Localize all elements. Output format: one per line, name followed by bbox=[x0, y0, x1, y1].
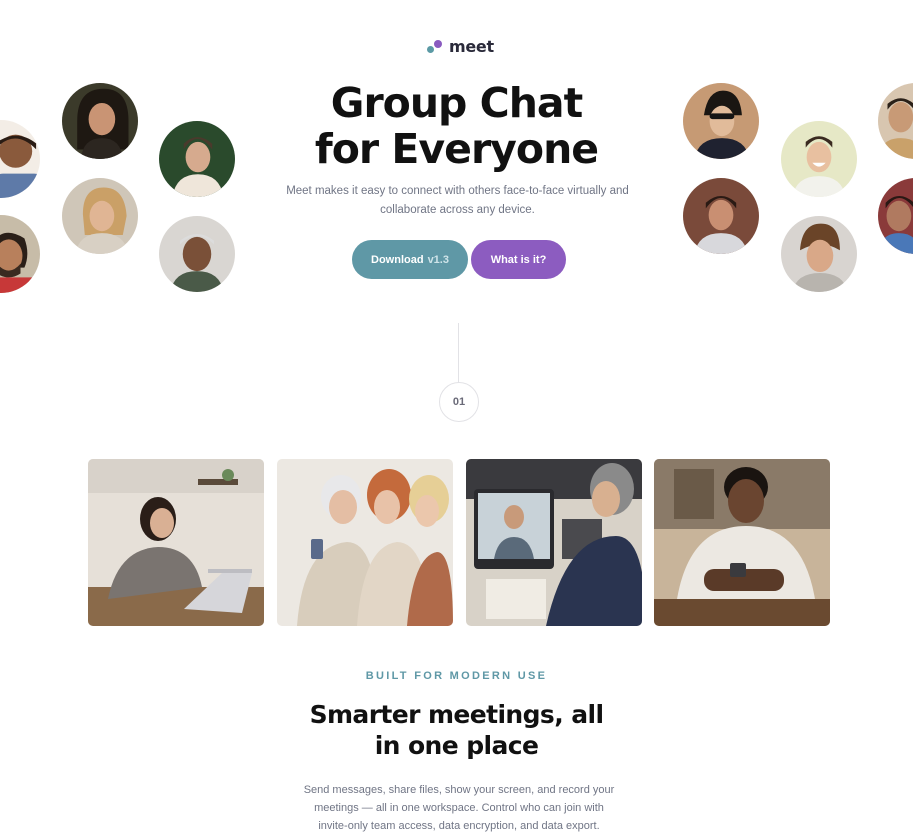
avatar bbox=[683, 83, 759, 159]
download-label: Download bbox=[371, 253, 424, 266]
avatar bbox=[683, 178, 759, 254]
step-number-badge: 01 bbox=[439, 382, 479, 422]
avatar bbox=[62, 83, 138, 159]
photo-video-call bbox=[466, 459, 642, 626]
photo-women-phone bbox=[277, 459, 453, 626]
hero-subtitle: Meet makes it easy to connect with other… bbox=[286, 185, 629, 216]
avatar bbox=[878, 178, 913, 254]
section-title-line-1: Smarter meetings, all bbox=[309, 700, 604, 729]
hero-title-line-2: for Everyone bbox=[314, 125, 599, 173]
avatar bbox=[781, 121, 857, 197]
section-eyebrow: BUILT FOR MODERN USE bbox=[365, 670, 548, 682]
what-is-it-label: What is it? bbox=[490, 253, 547, 266]
meet-logo[interactable]: meet bbox=[427, 37, 494, 56]
avatar bbox=[0, 215, 40, 293]
photo-man-phone bbox=[654, 459, 830, 626]
version-label: v1.3 bbox=[427, 253, 449, 266]
divider-line bbox=[458, 323, 459, 383]
photo-woman-laptop bbox=[88, 459, 264, 626]
what-is-it-button[interactable]: What is it? bbox=[471, 240, 566, 279]
avatar bbox=[62, 178, 138, 254]
hero-title-line-1: Group Chat bbox=[330, 79, 583, 127]
avatar bbox=[159, 121, 235, 197]
download-button[interactable]: Download v1.3 bbox=[352, 240, 468, 279]
avatar bbox=[159, 216, 235, 292]
avatar bbox=[781, 216, 857, 292]
section-title: Smarter meetings, all in one place bbox=[0, 699, 913, 761]
brand-name: meet bbox=[449, 37, 494, 56]
section-title-line-2: in one place bbox=[374, 731, 539, 760]
section-body: Send messages, share files, show your sc… bbox=[303, 784, 615, 832]
meet-logo-icon bbox=[427, 39, 443, 55]
